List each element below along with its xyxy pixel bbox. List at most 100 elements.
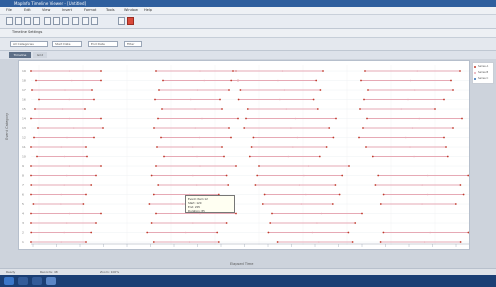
event-start-marker (146, 231, 149, 234)
taskbar-app-icon[interactable] (18, 277, 28, 285)
event-start-marker (155, 165, 157, 167)
event-start-marker (382, 193, 385, 196)
paste-button[interactable] (62, 17, 69, 25)
event-end-marker (90, 184, 93, 186)
event-start-marker (157, 184, 160, 186)
event-end-marker (335, 117, 337, 120)
event-mid-marker (411, 127, 414, 129)
y-tick-label: 2 (22, 231, 24, 235)
event-end-marker (228, 127, 230, 129)
event-start-marker (30, 231, 33, 234)
event-start-marker (377, 174, 380, 177)
y-tick-label: 19 (22, 69, 26, 73)
event-start-marker (243, 127, 246, 129)
title-bar: MapInfo Timeline Viewer - [Untitled] (0, 0, 496, 7)
event-end-marker (100, 79, 102, 82)
y-tick-label: 4 (22, 212, 24, 216)
cut-button[interactable] (44, 17, 51, 25)
new-button[interactable] (6, 17, 13, 25)
event-mid-marker (184, 231, 187, 234)
start-button[interactable] (4, 277, 14, 285)
event-end-marker (82, 203, 85, 205)
event-end-marker (341, 174, 344, 177)
event-mid-marker (199, 165, 201, 167)
event-start-marker (157, 117, 159, 120)
menu-item[interactable]: Insert (62, 8, 72, 12)
event-mid-marker (68, 117, 71, 120)
y-tick-label: 3 (22, 221, 24, 225)
event-start-marker (158, 89, 160, 91)
y-tick-label: 15 (22, 107, 26, 111)
zoom-in-button[interactable] (82, 17, 89, 25)
refresh-button[interactable] (118, 17, 125, 25)
menu-item[interactable]: Tools (106, 8, 115, 12)
event-mid-marker (201, 117, 203, 120)
event-start-marker (261, 203, 264, 205)
print-button[interactable] (33, 17, 40, 25)
event-end-marker (338, 193, 341, 196)
menu-item[interactable]: Window (124, 8, 138, 12)
event-mid-marker (64, 89, 66, 91)
menu-item[interactable]: Help (144, 8, 152, 12)
event-mid-marker (294, 117, 297, 120)
legend-swatch (474, 72, 476, 74)
event-start-marker (30, 222, 32, 224)
event-start-marker (246, 108, 249, 110)
event-start-marker (155, 212, 157, 215)
event-start-marker (162, 79, 164, 82)
tab-grid[interactable]: Grid (33, 52, 47, 58)
event-start-marker (248, 155, 251, 158)
event-start-marker (362, 127, 364, 129)
event-end-marker (216, 231, 219, 234)
taskbar-app-icon[interactable] (46, 277, 56, 285)
tooltip-line: Duration: 85 (188, 209, 205, 213)
secondary-toolbar: Timeline Settings (0, 29, 496, 38)
event-mid-marker (195, 184, 198, 186)
event-end-marker (322, 70, 324, 72)
menu-item[interactable]: File (6, 8, 12, 12)
end-date-field[interactable]: End Date (88, 41, 118, 47)
event-start-marker (155, 70, 157, 72)
event-end-marker (237, 117, 239, 120)
tab-timeline[interactable]: Timeline (9, 52, 31, 58)
y-tick-label: 8 (22, 174, 24, 178)
menu-item[interactable]: Edit (24, 8, 31, 12)
event-end-marker (361, 212, 363, 215)
event-mid-marker (191, 146, 194, 148)
event-end-marker (450, 79, 452, 82)
event-mid-marker (318, 241, 320, 243)
event-start-marker (30, 174, 32, 177)
event-start-marker (364, 70, 366, 72)
y-tick-label: 5 (22, 202, 24, 206)
timeline-plot[interactable]: 19 18 17 16 15 14 13 12 11 10 9 8 7 6 5 4 3 2 1 (18, 60, 470, 250)
undo-button[interactable] (72, 17, 79, 25)
event-start-marker (152, 241, 155, 243)
event-end-marker (467, 231, 469, 234)
open-button[interactable] (15, 17, 22, 25)
event-mid-marker (285, 108, 288, 110)
event-mid-marker (423, 241, 426, 243)
menu-item[interactable]: Format (84, 8, 96, 12)
save-button[interactable] (24, 17, 31, 25)
event-start-marker (256, 174, 259, 177)
copy-button[interactable] (53, 17, 60, 25)
event-start-marker (148, 203, 151, 205)
timeline-settings-label[interactable]: Timeline Settings (12, 30, 42, 34)
event-start-marker (30, 165, 32, 167)
event-mid-marker (65, 174, 68, 177)
category-select[interactable]: All Categories (10, 41, 48, 47)
event-start-marker (37, 127, 39, 129)
event-mid-marker (300, 203, 303, 205)
event-start-marker (30, 146, 32, 148)
filter-field[interactable]: Filter (124, 41, 142, 47)
event-end-marker (459, 241, 462, 243)
stop-button[interactable] (127, 17, 134, 25)
start-date-field[interactable]: Start Date (52, 41, 82, 47)
event-end-marker (91, 89, 93, 91)
event-start-marker (154, 98, 156, 101)
event-start-marker (31, 89, 33, 91)
taskbar-app-icon[interactable] (32, 277, 42, 285)
zoom-out-button[interactable] (91, 17, 98, 25)
menu-item[interactable]: View (42, 8, 50, 12)
event-mid-marker (196, 155, 198, 158)
